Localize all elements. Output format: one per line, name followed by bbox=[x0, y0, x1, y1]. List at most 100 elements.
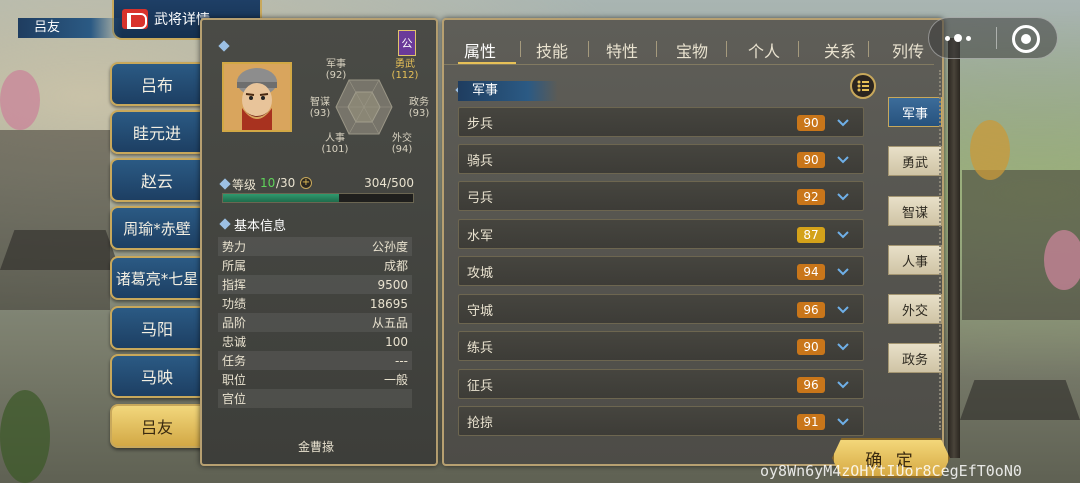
more-dots-icon[interactable] bbox=[938, 24, 978, 52]
side-tab-valor[interactable]: 勇武 bbox=[888, 146, 942, 176]
skill-value-badge: 96 bbox=[797, 377, 825, 393]
skill-row-navy[interactable]: 水军 87 bbox=[458, 219, 864, 249]
stat-diplomacy-label: 外交 bbox=[392, 133, 412, 144]
skill-value-badge: 92 bbox=[797, 189, 825, 205]
stat-politics-label: 政务 bbox=[409, 97, 429, 108]
info-label: 任务 bbox=[222, 354, 247, 368]
info-value: 一般 bbox=[383, 373, 408, 387]
tab-attributes[interactable]: 属性 bbox=[464, 38, 496, 62]
game-logo-icon bbox=[122, 9, 148, 29]
tab-traits[interactable]: 特性 bbox=[606, 38, 638, 62]
exp-text: 304/500 bbox=[364, 176, 414, 190]
military-section-title: 军事 bbox=[458, 81, 558, 101]
portrait-face-icon bbox=[224, 64, 290, 130]
basic-info-title: 基本信息 bbox=[234, 219, 287, 234]
capsule-separator bbox=[996, 27, 997, 49]
chevron-down-icon[interactable] bbox=[837, 265, 849, 277]
info-label: 功绩 bbox=[222, 297, 247, 311]
info-label: 官位 bbox=[222, 392, 247, 406]
info-value: 公孙度 bbox=[371, 240, 408, 254]
info-row-command: 指挥 9500 bbox=[218, 275, 412, 294]
hero-item-zhaoyun[interactable]: 赵云 bbox=[110, 158, 202, 202]
skill-label: 练兵 bbox=[467, 340, 494, 356]
skill-row-infantry[interactable]: 步兵 90 bbox=[458, 107, 864, 137]
info-value: 成都 bbox=[383, 259, 408, 273]
scroll-rod-decoration bbox=[948, 38, 960, 458]
stat-personnel: 人事 (101) bbox=[318, 133, 352, 155]
chevron-down-icon[interactable] bbox=[837, 415, 849, 427]
skill-value-badge: 90 bbox=[797, 152, 825, 168]
dot bbox=[966, 35, 971, 41]
exp-bar-fill bbox=[223, 194, 339, 202]
chevron-down-icon[interactable] bbox=[837, 303, 849, 315]
stat-personnel-value: (101) bbox=[321, 144, 349, 155]
stat-politics-value: (93) bbox=[408, 108, 430, 119]
hero-portrait[interactable] bbox=[222, 62, 292, 132]
hero-item-zhouyu[interactable]: 周瑜*赤壁 bbox=[110, 206, 202, 250]
chevron-down-icon[interactable] bbox=[837, 190, 849, 202]
stat-personnel-label: 人事 bbox=[325, 133, 345, 144]
skill-label: 骑兵 bbox=[467, 153, 494, 169]
watermark-text: oy8Wn6yM4zOHYtIUor8CegEfT0oN0 bbox=[760, 462, 1022, 480]
scroll-chain-decoration bbox=[939, 70, 947, 430]
tab-separator bbox=[868, 41, 869, 57]
hero-item-mayang[interactable]: 马阳 bbox=[110, 306, 202, 350]
skill-row-defense[interactable]: 守城 96 bbox=[458, 294, 864, 324]
hero-item-suiyuanjin[interactable]: 眭元进 bbox=[110, 110, 202, 154]
tab-treasures[interactable]: 宝物 bbox=[676, 38, 708, 62]
side-tab-military[interactable]: 军事 bbox=[888, 97, 942, 127]
info-row-office: 官位 bbox=[218, 389, 412, 408]
skill-value-badge: 91 bbox=[797, 414, 825, 430]
target-circle-icon[interactable] bbox=[1012, 25, 1040, 53]
side-tab-strategy[interactable]: 智谋 bbox=[888, 196, 942, 226]
skill-row-siege[interactable]: 攻城 94 bbox=[458, 256, 864, 286]
stat-strategy-label: 智谋 bbox=[310, 97, 330, 108]
stat-valor: 勇武 (112) bbox=[388, 59, 422, 81]
chevron-down-icon[interactable] bbox=[837, 340, 849, 352]
tab-skills[interactable]: 技能 bbox=[536, 38, 568, 62]
stat-diplomacy-value: (94) bbox=[391, 144, 413, 155]
tab-biography[interactable]: 列传 bbox=[892, 38, 924, 62]
chevron-down-icon[interactable] bbox=[837, 153, 849, 165]
skill-row-training[interactable]: 练兵 90 bbox=[458, 331, 864, 361]
side-tab-diplomacy[interactable]: 外交 bbox=[888, 294, 942, 324]
side-tab-politics[interactable]: 政务 bbox=[888, 343, 942, 373]
skill-label: 步兵 bbox=[467, 116, 494, 132]
chevron-down-icon[interactable] bbox=[837, 116, 849, 128]
info-label: 品阶 bbox=[222, 316, 247, 330]
skill-row-conscription[interactable]: 征兵 96 bbox=[458, 369, 864, 399]
skill-label: 攻城 bbox=[467, 265, 494, 281]
stat-strategy: 智谋 (93) bbox=[306, 97, 334, 119]
tab-personal[interactable]: 个人 bbox=[748, 38, 780, 62]
level-up-button[interactable]: + bbox=[300, 177, 312, 189]
info-value: 18695 bbox=[369, 296, 408, 311]
hero-item-zhugeliang[interactable]: 诸葛亮*七星 bbox=[110, 256, 202, 300]
info-value: --- bbox=[395, 353, 408, 368]
chevron-down-icon[interactable] bbox=[837, 228, 849, 240]
info-row-loyalty: 忠诚 100 bbox=[218, 332, 412, 351]
skill-row-archer[interactable]: 弓兵 92 bbox=[458, 181, 864, 211]
list-icon[interactable] bbox=[850, 73, 876, 99]
hero-item-mayang2[interactable]: 马映 bbox=[110, 354, 202, 398]
chevron-down-icon[interactable] bbox=[837, 378, 849, 390]
office-title: 金曹掾 bbox=[297, 440, 334, 454]
tab-relations[interactable]: 关系 bbox=[824, 38, 856, 62]
skill-value-badge: 90 bbox=[797, 339, 825, 355]
hero-item-lvbu[interactable]: 吕布 bbox=[110, 62, 202, 106]
stat-military-value: (92) bbox=[325, 70, 347, 81]
skill-value-badge: 87 bbox=[797, 227, 825, 243]
skill-row-cavalry[interactable]: 骑兵 90 bbox=[458, 144, 864, 174]
skill-row-plunder[interactable]: 抢掠 91 bbox=[458, 406, 864, 436]
stat-diplomacy: 外交 (94) bbox=[388, 133, 416, 155]
side-tab-personnel[interactable]: 人事 bbox=[888, 245, 942, 275]
list-lines-icon bbox=[857, 80, 869, 92]
level-max: /30 bbox=[276, 176, 296, 190]
info-row-city: 所属 成都 bbox=[218, 256, 412, 275]
info-label: 忠诚 bbox=[222, 335, 247, 349]
dot bbox=[945, 35, 950, 41]
level-current: 10 bbox=[260, 176, 276, 190]
stat-valor-label: 勇武 bbox=[395, 59, 415, 70]
tab-separator bbox=[656, 41, 657, 57]
hero-item-lvyou[interactable]: 吕友 bbox=[110, 404, 202, 448]
info-value: 9500 bbox=[377, 277, 408, 292]
